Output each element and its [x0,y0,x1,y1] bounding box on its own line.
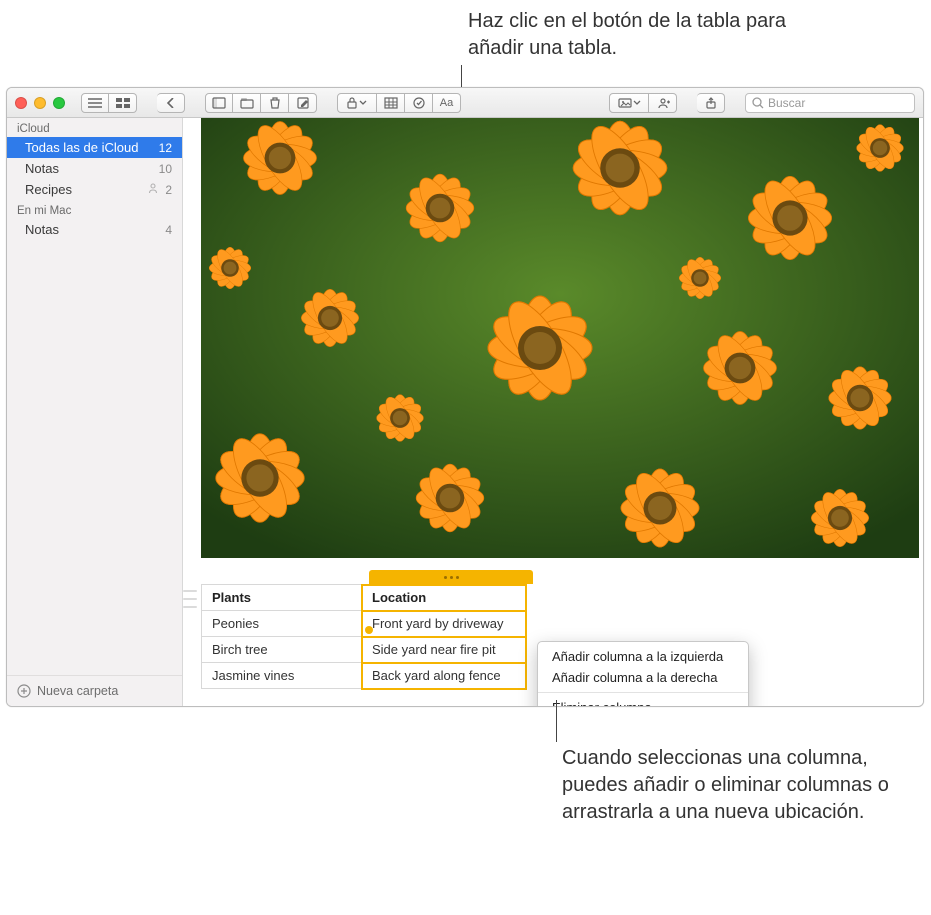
row-selection-handle[interactable] [365,626,373,634]
delete-button[interactable] [261,93,289,113]
search-input[interactable]: Buscar [745,93,915,113]
back-button[interactable] [157,93,185,113]
menu-item-delete-column[interactable]: Eliminar columna [538,697,748,707]
attachments-button[interactable] [205,93,233,113]
lock-button[interactable] [337,93,377,113]
table-row: Peonies Front yard by driveway [202,611,526,637]
sidebar-item-recipes[interactable]: Recipes 2 [7,179,182,200]
titlebar: Aa Buscar [7,88,923,118]
new-folder-button[interactable]: Nueva carpeta [7,675,182,706]
media-button[interactable] [609,93,649,113]
table-cell[interactable]: Jasmine vines [202,663,362,689]
window-controls [15,97,65,109]
new-note-button[interactable] [289,93,317,113]
sidebar-item-label: Recipes [25,182,72,197]
menu-item-add-column-right[interactable]: Añadir columna a la derecha [538,667,748,688]
app-window: Aa Buscar iCloud Todas las de iCl [6,87,924,707]
note-table[interactable]: Plants Location Peonies Front yard by dr… [201,584,526,689]
shared-icon [147,182,159,197]
list-view-button[interactable] [81,93,109,113]
format-button[interactable]: Aa [433,93,461,113]
callout-bottom-leader [556,700,557,742]
sidebar-section-header: En mi Mac [7,200,182,219]
insert-group [609,93,677,113]
sidebar-item-label: Notas [25,161,59,176]
note-actions-group [205,93,317,113]
table-header-cell[interactable]: Plants [202,585,362,611]
sidebar-item-notas[interactable]: Notas 10 [7,158,182,179]
sidebar-item-count: 4 [165,223,172,237]
sidebar-item-all-icloud[interactable]: Todas las de iCloud 12 [7,137,182,158]
sidebar-section-header: iCloud [7,118,182,137]
sidebar-item-count: 2 [165,183,172,197]
table-drag-handle-icon[interactable] [183,590,197,608]
sidebar-item-local-notas[interactable]: Notas 4 [7,219,182,240]
table-header-cell-selected[interactable]: Location [362,585,526,611]
window-body: iCloud Todas las de iCloud 12 Notas 10 R… [7,118,923,706]
callout-top: Haz clic en el botón de la tabla para añ… [468,8,828,62]
menu-separator [538,692,748,693]
folder-button[interactable] [233,93,261,113]
note-content[interactable]: Plants Location Peonies Front yard by dr… [183,118,923,706]
share-button[interactable] [697,93,725,113]
column-context-menu: Añadir columna a la izquierda Añadir col… [537,641,749,707]
table-cell[interactable]: Birch tree [202,637,362,663]
note-tools-group: Aa [337,93,461,113]
menu-item-add-column-left[interactable]: Añadir columna a la izquierda [538,646,748,667]
collaborate-button[interactable] [649,93,677,113]
table-row: Jasmine vines Back yard along fence [202,663,526,689]
sidebar-item-label: Notas [25,222,59,237]
table-header-row: Plants Location [202,585,526,611]
checklist-button[interactable] [405,93,433,113]
sidebar-item-label: Todas las de iCloud [25,140,138,155]
new-folder-label: Nueva carpeta [37,684,118,698]
table-cell[interactable]: Front yard by driveway [362,611,526,637]
search-placeholder: Buscar [768,96,805,110]
gallery-view-button[interactable] [109,93,137,113]
close-window-button[interactable] [15,97,27,109]
table-cell[interactable]: Side yard near fire pit [362,637,526,663]
zoom-window-button[interactable] [53,97,65,109]
table-row: Birch tree Side yard near fire pit [202,637,526,663]
table-cell[interactable]: Back yard along fence [362,663,526,689]
table-button[interactable] [377,93,405,113]
view-mode-group [81,93,137,113]
column-selection-tab[interactable] [369,570,533,584]
note-image [201,118,919,558]
sidebar-item-count: 12 [159,141,172,155]
callout-bottom: Cuando seleccionas una columna, puedes a… [562,745,892,826]
minimize-window-button[interactable] [34,97,46,109]
sidebar-item-count: 10 [159,162,172,176]
plus-circle-icon [17,684,31,698]
table-cell[interactable]: Peonies [202,611,362,637]
sidebar: iCloud Todas las de iCloud 12 Notas 10 R… [7,118,183,706]
